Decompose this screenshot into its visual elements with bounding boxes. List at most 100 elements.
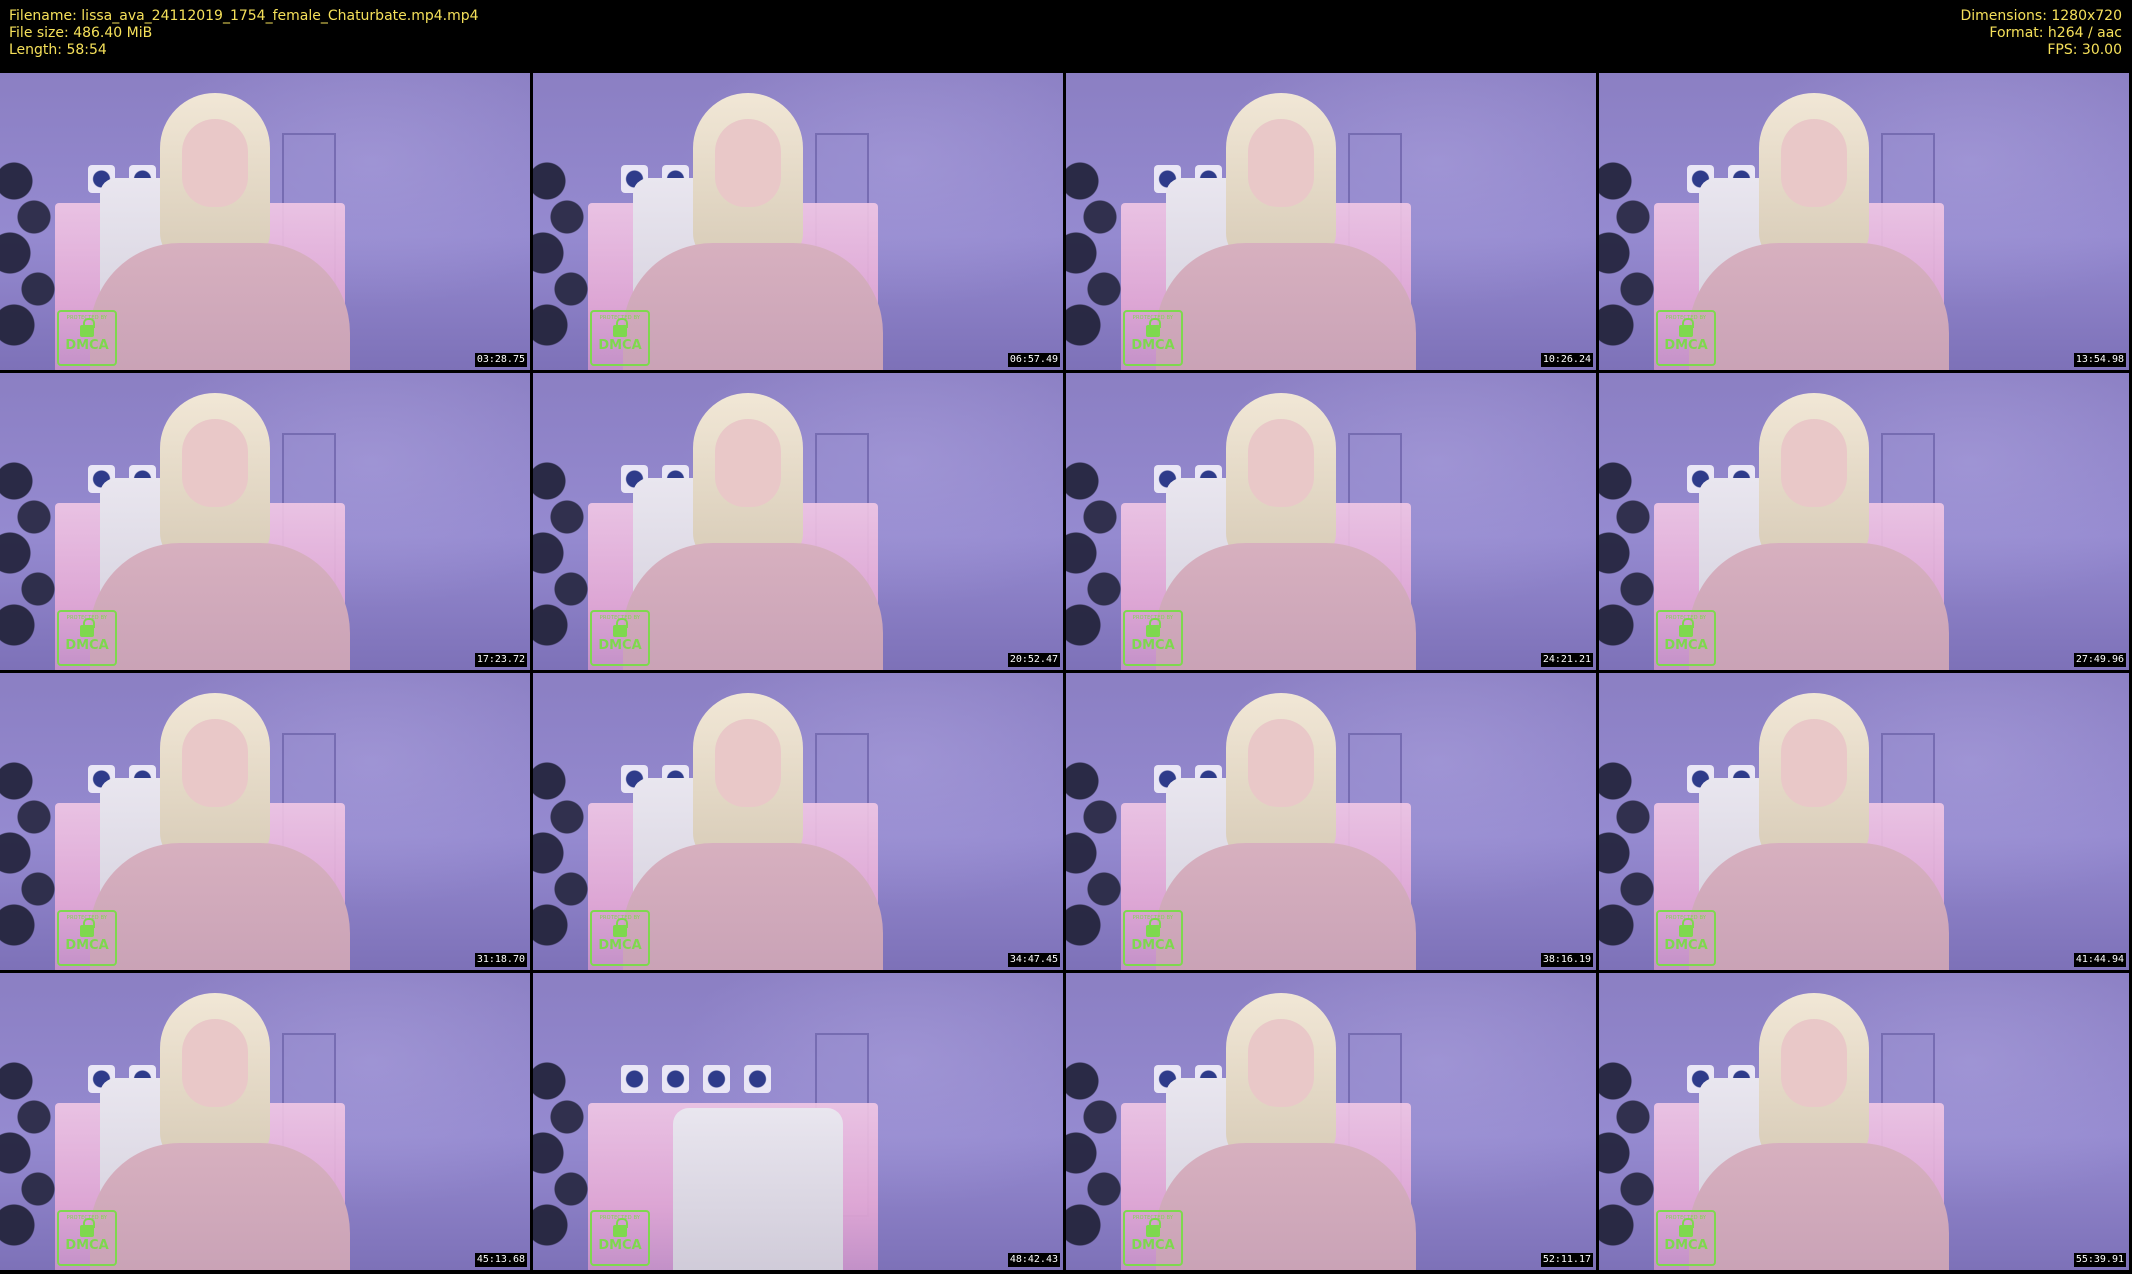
video-thumbnail[interactable]: PROTECTED BY DMCA 45:13.68 <box>0 973 530 1270</box>
plate <box>621 1065 648 1093</box>
dmca-badge: PROTECTED BY DMCA <box>590 910 650 966</box>
person <box>623 93 893 370</box>
dmca-badge-word: DMCA <box>65 938 109 953</box>
person <box>1156 693 1426 970</box>
video-thumbnail[interactable]: PROTECTED BY DMCA 13:54.98 <box>1599 73 2129 370</box>
dmca-badge: PROTECTED BY DMCA <box>1123 910 1183 966</box>
video-thumbnail[interactable]: PROTECTED BY DMCA 55:39.91 <box>1599 973 2129 1270</box>
video-thumbnail[interactable]: PROTECTED BY DMCA 31:18.70 <box>0 673 530 970</box>
dmca-badge: PROTECTED BY DMCA <box>1123 310 1183 366</box>
video-thumbnail[interactable]: PROTECTED BY DMCA 17:23.72 <box>0 373 530 670</box>
shirt <box>623 543 883 670</box>
shirt <box>1156 543 1416 670</box>
video-thumbnail[interactable]: PROTECTED BY DMCA 24:21.21 <box>1066 373 1596 670</box>
dmca-badge-word: DMCA <box>1131 1238 1175 1253</box>
lock-icon <box>80 318 95 337</box>
lock-icon <box>1679 1218 1694 1237</box>
dmca-badge-word: DMCA <box>598 938 642 953</box>
dmca-badge-word: DMCA <box>1664 1238 1708 1253</box>
lock-icon <box>1146 918 1161 937</box>
shirt <box>1156 243 1416 370</box>
timestamp-label: 31:18.70 <box>474 953 527 967</box>
dmca-badge: PROTECTED BY DMCA <box>1123 610 1183 666</box>
face <box>1248 119 1314 207</box>
video-thumbnail[interactable]: PROTECTED BY DMCA 10:26.24 <box>1066 73 1596 370</box>
lock-icon <box>80 918 95 937</box>
dmca-badge-word: DMCA <box>598 1238 642 1253</box>
lock-icon <box>613 1218 628 1237</box>
shirt <box>1689 543 1949 670</box>
shirt <box>1156 1143 1416 1270</box>
shirt <box>623 843 883 970</box>
timestamp-label: 17:23.72 <box>474 653 527 667</box>
dmca-badge-word: DMCA <box>1131 938 1175 953</box>
lock-icon <box>1679 918 1694 937</box>
dmca-badge-word: DMCA <box>1131 338 1175 353</box>
dmca-badge: PROTECTED BY DMCA <box>1656 610 1716 666</box>
metadata-right: Dimensions: 1280x720 Format: h264 / aac … <box>1960 8 2122 59</box>
dmca-badge-word: DMCA <box>1664 338 1708 353</box>
file-size-text: File size: 486.40 MiB <box>9 25 153 41</box>
video-thumbnail[interactable]: PROTECTED BY DMCA 41:44.94 <box>1599 673 2129 970</box>
shirt <box>1689 843 1949 970</box>
plate <box>744 1065 771 1093</box>
video-thumbnail[interactable]: PROTECTED BY DMCA 27:49.96 <box>1599 373 2129 670</box>
video-thumbnail[interactable]: PROTECTED BY DMCA 52:11.17 <box>1066 973 1596 1270</box>
face <box>1781 1019 1847 1107</box>
timestamp-label: 34:47.45 <box>1007 953 1060 967</box>
timestamp-label: 06:57.49 <box>1007 353 1060 367</box>
person <box>90 693 360 970</box>
person <box>623 393 893 670</box>
video-thumbnail[interactable]: PROTECTED BY DMCA 48:42.43 <box>533 973 1063 1270</box>
video-thumbnail[interactable]: PROTECTED BY DMCA 20:52.47 <box>533 373 1063 670</box>
video-thumbnail[interactable]: PROTECTED BY DMCA 03:28.75 <box>0 73 530 370</box>
timestamp-label: 13:54.98 <box>2073 353 2126 367</box>
face <box>715 419 781 507</box>
video-thumbnail[interactable]: PROTECTED BY DMCA 38:16.19 <box>1066 673 1596 970</box>
filename-text: Filename: lissa_ava_24112019_1754_female… <box>9 8 479 24</box>
dmca-badge: PROTECTED BY DMCA <box>590 610 650 666</box>
person <box>1689 393 1959 670</box>
dimensions-text: Dimensions: 1280x720 <box>1960 8 2122 24</box>
shirt <box>1156 843 1416 970</box>
dmca-badge-word: DMCA <box>598 338 642 353</box>
person <box>90 93 360 370</box>
lock-icon <box>613 618 628 637</box>
face <box>182 419 248 507</box>
timestamp-label: 38:16.19 <box>1540 953 1593 967</box>
dmca-badge: PROTECTED BY DMCA <box>590 1210 650 1266</box>
plate <box>662 1065 689 1093</box>
metadata-header: Filename: lissa_ava_24112019_1754_female… <box>0 0 2132 72</box>
shirt <box>90 243 350 370</box>
dmca-badge: PROTECTED BY DMCA <box>57 1210 117 1266</box>
dmca-badge: PROTECTED BY DMCA <box>57 910 117 966</box>
person <box>1156 93 1426 370</box>
person <box>1689 993 1959 1270</box>
dmca-badge: PROTECTED BY DMCA <box>590 310 650 366</box>
person <box>90 993 360 1270</box>
dmca-badge: PROTECTED BY DMCA <box>1123 1210 1183 1266</box>
fps-text: FPS: 30.00 <box>2047 42 2122 58</box>
face <box>715 719 781 807</box>
lock-icon <box>80 618 95 637</box>
timestamp-label: 24:21.21 <box>1540 653 1593 667</box>
face <box>715 119 781 207</box>
timestamp-label: 55:39.91 <box>2073 1253 2126 1267</box>
shirt <box>1689 243 1949 370</box>
shirt <box>90 543 350 670</box>
dmca-badge-word: DMCA <box>65 638 109 653</box>
video-thumbnail[interactable]: PROTECTED BY DMCA 34:47.45 <box>533 673 1063 970</box>
dmca-badge-word: DMCA <box>65 1238 109 1253</box>
video-thumbnail[interactable]: PROTECTED BY DMCA 06:57.49 <box>533 73 1063 370</box>
lock-icon <box>613 318 628 337</box>
dmca-badge-word: DMCA <box>1131 638 1175 653</box>
person <box>1156 993 1426 1270</box>
person <box>1689 693 1959 970</box>
person <box>623 693 893 970</box>
shirt <box>90 1143 350 1270</box>
contact-sheet: Filename: lissa_ava_24112019_1754_female… <box>0 0 2132 1274</box>
timestamp-label: 10:26.24 <box>1540 353 1593 367</box>
lock-icon <box>613 918 628 937</box>
face <box>1781 119 1847 207</box>
face <box>1781 719 1847 807</box>
